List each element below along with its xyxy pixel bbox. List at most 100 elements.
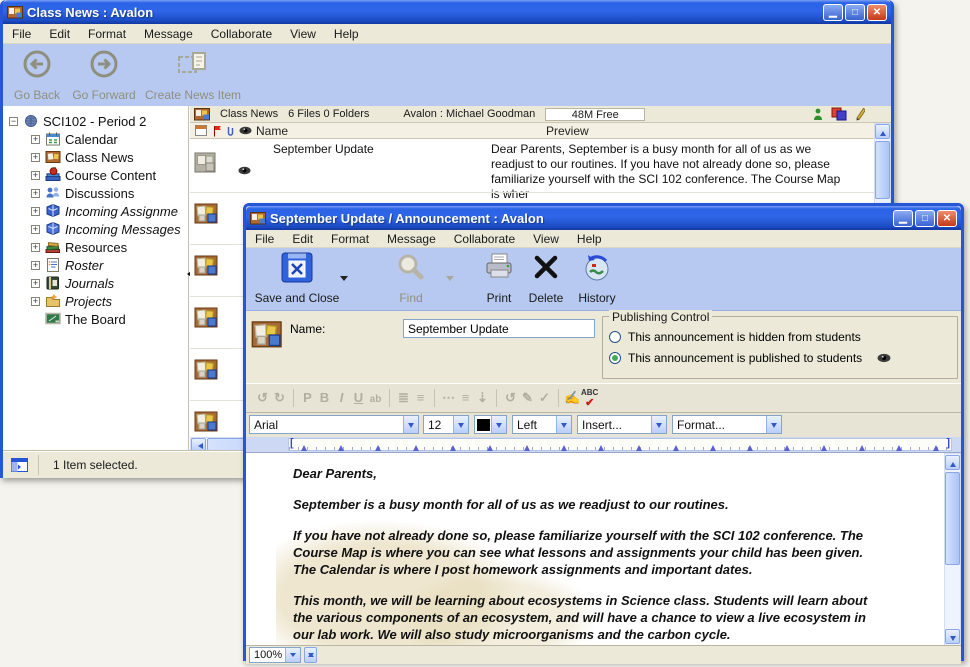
tree-item-label[interactable]: Projects <box>65 294 112 309</box>
tab-stop-marker[interactable] <box>301 442 307 451</box>
tree-root-item[interactable]: − SCI102 - Period 2 <box>9 112 188 130</box>
tree-item-resources[interactable]: + Resources <box>9 238 188 256</box>
dropdown-arrow-icon[interactable] <box>556 416 571 433</box>
go-forward-button[interactable]: Go Forward <box>73 49 135 101</box>
scroll-thumb[interactable] <box>875 141 890 199</box>
announcement-item-icon[interactable] <box>194 202 220 226</box>
tree-item-label[interactable]: Resources <box>65 240 127 255</box>
expand-toggle[interactable]: + <box>31 189 40 198</box>
tree-item-label[interactable]: Course Content <box>65 168 156 183</box>
zoom-stepper[interactable] <box>304 647 317 663</box>
undo-icon[interactable]: ↺ <box>254 387 271 409</box>
revert-icon[interactable]: ↺ <box>502 387 519 409</box>
menu-message[interactable]: Message <box>378 230 445 248</box>
menu-format[interactable]: Format <box>322 230 378 248</box>
tree-item-roster[interactable]: + Roster <box>9 256 188 274</box>
expand-toggle[interactable]: + <box>31 171 40 180</box>
body-vertical-scrollbar[interactable] <box>944 453 961 645</box>
menu-format[interactable]: Format <box>79 25 135 43</box>
announcement-titlebar[interactable]: September Update / Announcement : Avalon… <box>246 206 961 230</box>
menu-edit[interactable]: Edit <box>40 25 79 43</box>
font-family-combo[interactable]: Arial <box>249 415 419 434</box>
tree-item-class-news[interactable]: + Class News <box>9 148 188 166</box>
ruler[interactable]: [ ] <box>246 437 961 452</box>
published-radio-label[interactable]: This announcement is published to studen… <box>628 351 862 365</box>
preview-column-header[interactable]: Preview <box>546 124 589 138</box>
find-options-caret[interactable] <box>446 276 454 285</box>
minimize-button[interactable]: ▁ <box>893 210 913 227</box>
align-icon[interactable]: ≡ <box>457 387 474 409</box>
tree-item-journals[interactable]: + Journals <box>9 274 188 292</box>
tree-root-label[interactable]: SCI102 - Period 2 <box>43 114 146 129</box>
menu-collaborate[interactable]: Collaborate <box>445 230 524 248</box>
close-button[interactable]: ✕ <box>867 4 887 21</box>
underline-icon[interactable]: U <box>350 387 367 409</box>
layers-icon[interactable] <box>831 107 847 121</box>
dropdown-arrow-icon[interactable] <box>491 416 506 433</box>
ruler-left-margin[interactable]: [ <box>290 437 294 449</box>
maximize-button[interactable]: □ <box>845 4 865 21</box>
font-size-combo[interactable]: 12 <box>423 415 469 434</box>
drop-marker-icon[interactable]: ⇣ <box>474 387 491 409</box>
dropdown-arrow-icon[interactable] <box>403 416 418 433</box>
font-color-combo[interactable] <box>474 415 507 434</box>
dropdown-arrow-icon[interactable] <box>285 648 300 662</box>
indent-icon[interactable]: ⋯ <box>440 387 457 409</box>
list-row-september-update[interactable]: September Update Dear Parents, September… <box>190 139 874 192</box>
delete-button[interactable]: Delete <box>522 252 570 304</box>
go-back-button[interactable]: Go Back <box>11 49 63 101</box>
close-button[interactable]: ✕ <box>937 210 957 227</box>
tree-item-label[interactable]: Discussions <box>65 186 134 201</box>
expand-toggle[interactable]: + <box>31 261 40 270</box>
expand-toggle[interactable]: + <box>31 135 40 144</box>
scroll-thumb[interactable] <box>945 472 960 565</box>
tree-item-label[interactable]: Roster <box>65 258 103 273</box>
class-news-titlebar[interactable]: Class News : Avalon ▁ □ ✕ <box>3 0 891 24</box>
tree-item-discussions[interactable]: + Discussions <box>9 184 188 202</box>
announcement-item-icon[interactable] <box>194 306 220 330</box>
menu-view[interactable]: View <box>524 230 568 248</box>
announcement-body[interactable]: Dear Parents, September is a busy month … <box>246 452 961 645</box>
expand-toggle[interactable]: + <box>31 243 40 252</box>
dropdown-arrow-icon[interactable] <box>766 416 781 433</box>
tree-item-label[interactable]: Incoming Assignme <box>65 204 178 219</box>
maximize-button[interactable]: □ <box>915 210 935 227</box>
name-input[interactable] <box>403 319 595 338</box>
attachment-column-icon[interactable] <box>226 125 235 137</box>
minimize-button[interactable]: ▁ <box>823 4 843 21</box>
plain-style-icon[interactable]: P <box>299 387 316 409</box>
save-and-close-button[interactable]: Save and Close <box>254 252 340 304</box>
expand-toggle[interactable]: + <box>31 153 40 162</box>
insert-combo[interactable]: Insert... <box>577 415 667 434</box>
hidden-radio[interactable] <box>609 331 621 343</box>
find-button[interactable]: Find <box>376 252 446 304</box>
tree-item-calendar[interactable]: + Calendar <box>9 130 188 148</box>
menu-help[interactable]: Help <box>325 25 368 43</box>
tree-item-incoming-messages[interactable]: + Incoming Messages <box>9 220 188 238</box>
collapse-toggle[interactable]: − <box>9 117 18 126</box>
create-news-item-button[interactable]: Create News Item <box>145 49 241 101</box>
published-radio[interactable] <box>609 352 621 364</box>
menu-view[interactable]: View <box>281 25 325 43</box>
alignment-combo[interactable]: Left <box>512 415 572 434</box>
redo-icon[interactable]: ↻ <box>271 387 288 409</box>
menu-collaborate[interactable]: Collaborate <box>202 25 281 43</box>
tree-item-course-content[interactable]: + Course Content <box>9 166 188 184</box>
tree-item-label[interactable]: Incoming Messages <box>65 222 181 237</box>
expand-toggle[interactable]: + <box>31 279 40 288</box>
save-options-caret[interactable] <box>340 276 348 285</box>
menu-edit[interactable]: Edit <box>283 230 322 248</box>
print-button[interactable]: Print <box>476 252 522 304</box>
name-column-header[interactable]: Name <box>256 124 288 138</box>
expand-toggle[interactable]: + <box>31 297 40 306</box>
style-abc-icon[interactable]: ab <box>367 389 384 411</box>
tree-item-label[interactable]: Class News <box>65 150 134 165</box>
panel-toggle-icon[interactable] <box>11 458 28 472</box>
menu-help[interactable]: Help <box>568 230 611 248</box>
menu-message[interactable]: Message <box>135 25 202 43</box>
tree-item-the-board[interactable]: The Board <box>9 310 188 328</box>
tree-item-label[interactable]: Calendar <box>65 132 118 147</box>
numbered-list-icon[interactable]: ≣ <box>395 387 412 409</box>
announcement-item-icon[interactable] <box>194 358 220 382</box>
tree-item-incoming-assignments[interactable]: + Incoming Assignme <box>9 202 188 220</box>
